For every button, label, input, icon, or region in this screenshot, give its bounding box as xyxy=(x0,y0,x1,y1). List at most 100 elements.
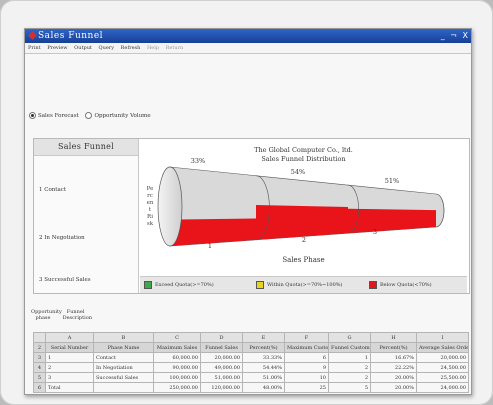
legend-item-exceed: Exceed Quota(>=70%) xyxy=(144,281,214,289)
column-header[interactable]: I xyxy=(416,332,469,343)
table-cell[interactable]: 24,500.00 xyxy=(416,362,469,373)
column-header[interactable]: A xyxy=(45,332,94,343)
table-cell[interactable]: 20,000.00 xyxy=(416,352,469,363)
column-header-row: A B C D E F G H I xyxy=(33,332,469,343)
column-header[interactable]: H xyxy=(370,332,417,343)
table-cell[interactable]: 51.00% xyxy=(242,372,285,383)
column-header[interactable]: E xyxy=(242,332,285,343)
menu-help[interactable]: Help xyxy=(147,43,159,53)
panel-title: Sales Funnel xyxy=(34,139,138,156)
table-cell[interactable]: Contact xyxy=(93,352,154,363)
minimize-button[interactable]: _ xyxy=(441,30,445,42)
table-cell[interactable]: Total xyxy=(45,382,94,393)
field-header[interactable]: Serial Number xyxy=(45,342,94,353)
radio-opportunity-volume[interactable]: Opportunity Volume xyxy=(85,112,151,119)
row-number[interactable]: 5 xyxy=(33,372,46,383)
column-header[interactable]: F xyxy=(284,332,329,343)
window-title: Sales Funnel xyxy=(38,31,104,41)
field-header[interactable]: Maximum Customers xyxy=(284,342,329,353)
data-sheet: A B C D E F G H I 2 Serial Number Phase … xyxy=(33,332,469,393)
column-header[interactable]: B xyxy=(93,332,154,343)
menu-return[interactable]: Return xyxy=(166,43,184,53)
column-header[interactable]: G xyxy=(328,332,371,343)
stage-item-successful-sales[interactable]: 3 Successful Sales xyxy=(39,277,91,283)
field-header[interactable]: Phase Name xyxy=(93,342,154,353)
table-cell[interactable]: 60,000.00 xyxy=(153,352,201,363)
table-cell[interactable]: 2 xyxy=(328,372,371,383)
table-cell[interactable]: 5 xyxy=(328,382,371,393)
funnel-fill-in-negotiation[interactable] xyxy=(256,204,348,240)
table-row: 3 1 Contact 60,000.00 20,000.00 33.33% 6… xyxy=(33,352,469,363)
table-cell[interactable]: 33.33% xyxy=(242,352,285,363)
table-cell[interactable]: 16.67% xyxy=(370,352,417,363)
table-cell[interactable]: 20.00% xyxy=(370,382,417,393)
row-number[interactable]: 4 xyxy=(33,362,46,373)
menu-print[interactable]: Print xyxy=(28,43,41,53)
table-cell[interactable]: Successful Sales xyxy=(93,372,154,383)
menu-preview[interactable]: Preview xyxy=(47,43,67,53)
table-cell[interactable]: 2 xyxy=(45,362,94,373)
table-cell[interactable] xyxy=(93,382,154,393)
category-label-3: 3 xyxy=(373,228,377,236)
radio-checked-icon xyxy=(29,112,36,119)
field-header[interactable]: Funnel Sales xyxy=(200,342,243,353)
table-row-total: 6 Total 250,000.00 120,000.00 48.00% 25 … xyxy=(33,382,469,393)
table-cell[interactable]: 1 xyxy=(328,352,371,363)
table-cell[interactable]: In Negotiation xyxy=(93,362,154,373)
row-number[interactable]: 3 xyxy=(33,352,46,363)
app-window: Sales Funnel _ ¬ X Print Preview Output … xyxy=(24,28,472,395)
table-cell[interactable]: 22.22% xyxy=(370,362,417,373)
table-cell[interactable]: 54.44% xyxy=(242,362,285,373)
table-row: 4 2 In Negotiation 90,000.00 49,000.00 5… xyxy=(33,362,469,373)
radio-sales-forecast[interactable]: Sales Forecast xyxy=(29,112,79,119)
close-button[interactable]: X xyxy=(463,30,468,42)
field-header[interactable]: Funnel Customers xyxy=(328,342,371,353)
table-cell[interactable]: 2 xyxy=(328,362,371,373)
x-axis-label: Sales Phase xyxy=(282,256,325,264)
menu-refresh[interactable]: Refresh xyxy=(121,43,141,53)
window-controls: _ ¬ X xyxy=(438,30,468,42)
funnel-table: A B C D E F G H I 2 Serial Number Phase … xyxy=(33,332,469,393)
menu-query[interactable]: Query xyxy=(99,43,115,53)
funnel-fill-successful-sales[interactable] xyxy=(348,208,436,234)
row-number[interactable]: 2 xyxy=(33,342,46,353)
table-cell[interactable]: 20.00% xyxy=(370,372,417,383)
menu-output[interactable]: Output xyxy=(74,43,92,53)
view-mode-radios: Sales Forecast Opportunity Volume xyxy=(29,112,156,121)
table-cell[interactable]: 20,000.00 xyxy=(200,352,243,363)
table-cell[interactable]: 25 xyxy=(284,382,329,393)
table-cell[interactable]: 250,000.00 xyxy=(153,382,201,393)
legend-item-below: Below Quota(<70%) xyxy=(369,281,432,289)
table-cell[interactable]: 25,500.00 xyxy=(416,372,469,383)
table-cell[interactable]: 3 xyxy=(45,372,94,383)
tab-funnel-description[interactable]: Funnel Description xyxy=(63,309,92,321)
stage-item-in-negotiation[interactable]: 2 In Negotiation xyxy=(39,235,85,241)
column-header[interactable]: C xyxy=(153,332,201,343)
table-cell[interactable]: 100,000.00 xyxy=(153,372,201,383)
table-cell[interactable]: 6 xyxy=(284,352,329,363)
table-cell[interactable]: 48.00% xyxy=(242,382,285,393)
row-number[interactable]: 6 xyxy=(33,382,46,393)
field-header[interactable]: Percent(%) xyxy=(370,342,417,353)
funnel-panel: Sales Funnel 1 Contact 2 In Negotiation … xyxy=(33,138,470,294)
category-label-2: 2 xyxy=(302,236,306,244)
field-header[interactable]: Average Sales Order xyxy=(416,342,469,353)
table-cell[interactable]: 24,000.00 xyxy=(416,382,469,393)
table-cell[interactable]: 49,000.00 xyxy=(200,362,243,373)
legend-swatch-red xyxy=(369,281,377,289)
table-cell[interactable]: 1 xyxy=(45,352,94,363)
funnel-fill-contact[interactable] xyxy=(170,218,256,246)
column-header[interactable]: D xyxy=(200,332,243,343)
table-cell[interactable]: 90,000.00 xyxy=(153,362,201,373)
table-cell[interactable]: 120,000.00 xyxy=(200,382,243,393)
table-cell[interactable]: 10 xyxy=(284,372,329,383)
value-label-in-negotiation: 54% xyxy=(291,168,305,176)
field-header[interactable]: Maximum Sales xyxy=(153,342,201,353)
title-bar: Sales Funnel _ ¬ X xyxy=(25,29,471,43)
tab-opportunity-phase[interactable]: Opportunity phase xyxy=(31,309,62,321)
table-cell[interactable]: 9 xyxy=(284,362,329,373)
field-header[interactable]: Percent(%) xyxy=(242,342,285,353)
stage-item-contact[interactable]: 1 Contact xyxy=(39,187,66,193)
table-cell[interactable]: 51,000.00 xyxy=(200,372,243,383)
maximize-button[interactable]: ¬ xyxy=(450,30,457,42)
